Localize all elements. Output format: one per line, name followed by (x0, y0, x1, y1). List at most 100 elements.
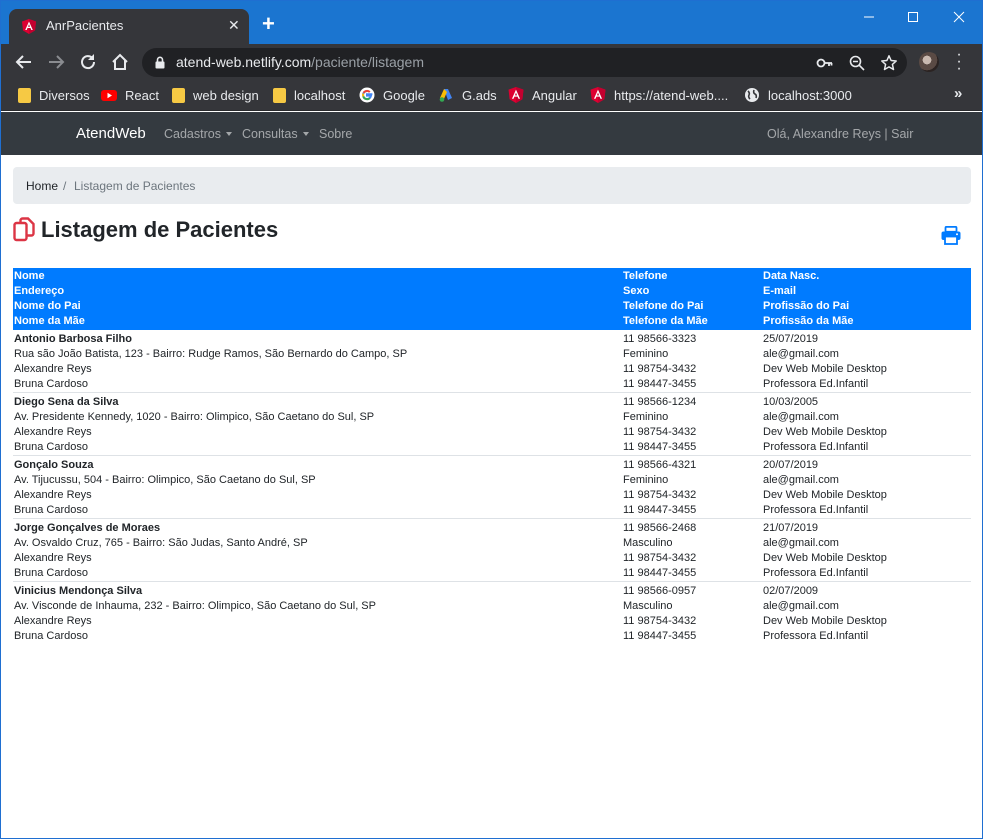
table-header: Nome Endereço Nome do Pai Nome da Mãe Te… (13, 268, 971, 330)
back-arrow-icon[interactable] (13, 51, 35, 73)
copy-icon (13, 217, 35, 242)
birth-date: 21/07/2019 (763, 522, 819, 534)
nav-consultas[interactable]: Consultas (242, 127, 309, 141)
reload-icon[interactable] (77, 51, 99, 73)
patient-email: ale@gmail.com (763, 600, 839, 612)
page-title: Listagem de Pacientes (41, 217, 279, 242)
bookmark-label: Google (383, 87, 425, 103)
father-profession: Dev Web Mobile Desktop (763, 363, 887, 375)
father-name: Alexandre Reys (14, 552, 92, 564)
bookmark-google[interactable]: Google (359, 86, 425, 104)
patient-email: ale@gmail.com (763, 474, 839, 486)
address-bar[interactable]: atend-web.netlify.com/paciente/listagem (142, 48, 907, 77)
birth-date: 25/07/2019 (763, 333, 819, 345)
home-icon[interactable] (109, 51, 131, 73)
star-icon[interactable] (880, 54, 898, 72)
header-cell: Telefone (623, 270, 668, 282)
cell-col1: Jorge Gonçalves de Moraes Av. Osvaldo Cr… (14, 521, 614, 581)
table-row[interactable]: Antonio Barbosa Filho Rua são João Batis… (13, 330, 971, 393)
bookmark-label: Diversos (39, 87, 90, 103)
url-text: atend-web.netlify.com/paciente/listagem (176, 54, 424, 70)
header-cell: Profissão do Pai (763, 300, 850, 312)
new-tab-icon[interactable]: + (262, 13, 275, 35)
mother-phone: 11 98447-3455 (623, 630, 697, 642)
bookmark-localhost-3000[interactable]: localhost:3000 (744, 86, 852, 104)
breadcrumb-home[interactable]: Home (26, 179, 58, 193)
patient-sex: Feminino (623, 348, 669, 360)
cell-col2: 11 98566-1234 Feminino 11 98754-3432 11 … (623, 395, 758, 455)
chevron-down-icon (225, 132, 232, 136)
nav-cadastros[interactable]: Cadastros (164, 127, 232, 141)
cell-col3: 21/07/2019 ale@gmail.com Dev Web Mobile … (763, 521, 968, 581)
more-menu-icon[interactable]: · · · (955, 47, 963, 77)
father-name: Alexandre Reys (14, 489, 92, 501)
bookmark-atend-web[interactable]: https://atend-web.... (590, 86, 728, 104)
folder-icon (273, 87, 286, 103)
bookmark-label: React (125, 87, 159, 103)
zoom-icon[interactable] (848, 54, 866, 72)
bookmark-localhost[interactable]: localhost (273, 86, 345, 104)
mother-phone: 11 98447-3455 (623, 378, 697, 390)
browser-tab[interactable]: AnrPacientes ✕ (9, 9, 249, 44)
bookmark-label: web design (193, 87, 259, 103)
mother-name: Bruna Cardoso (14, 378, 88, 390)
table-row[interactable]: Diego Sena da Silva Av. Presidente Kenne… (13, 393, 971, 456)
cell-col1: Vinicius Mendonça Silva Av. Visconde de … (14, 584, 614, 644)
forward-arrow-icon[interactable] (45, 51, 67, 73)
tab-close-icon[interactable]: ✕ (228, 16, 240, 34)
patient-sex: Feminino (623, 474, 669, 486)
table-row[interactable]: Jorge Gonçalves de Moraes Av. Osvaldo Cr… (13, 519, 971, 582)
lock-icon (155, 56, 165, 69)
father-name: Alexandre Reys (14, 615, 92, 627)
profile-avatar[interactable] (919, 52, 939, 72)
bookmark-angular[interactable]: Angular (508, 86, 577, 104)
nav-sobre[interactable]: Sobre (319, 127, 352, 141)
mother-name: Bruna Cardoso (14, 567, 88, 579)
print-icon[interactable] (941, 226, 961, 245)
cell-col3: 02/07/2009 ale@gmail.com Dev Web Mobile … (763, 584, 968, 644)
cell-col1: Gonçalo Souza Av. Tijucussu, 504 - Bairr… (14, 458, 614, 518)
url-host: atend-web.netlify.com (176, 54, 312, 70)
angular-icon (508, 87, 524, 103)
mother-profession: Professora Ed.Infantil (763, 630, 869, 642)
user-greeting[interactable]: Olá, Alexandre Reys | Sair (767, 127, 913, 141)
table-row[interactable]: Gonçalo Souza Av. Tijucussu, 504 - Bairr… (13, 456, 971, 519)
close-window-icon[interactable] (949, 7, 969, 27)
table-row[interactable]: Vinicius Mendonça Silva Av. Visconde de … (13, 582, 971, 645)
youtube-icon (101, 90, 117, 101)
mother-profession: Professora Ed.Infantil (763, 504, 869, 516)
bookmark-react[interactable]: React (101, 86, 159, 104)
header-cell: Sexo (623, 285, 650, 297)
patient-name: Diego Sena da Silva (14, 396, 119, 408)
patient-email: ale@gmail.com (763, 537, 839, 549)
breadcrumb-separator: / (63, 179, 67, 193)
birth-date: 10/03/2005 (763, 396, 819, 408)
mother-profession: Professora Ed.Infantil (763, 567, 869, 579)
bookmark-web-design[interactable]: web design (172, 86, 259, 104)
url-path: /paciente/listagem (311, 54, 424, 70)
app-brand[interactable]: AtendWeb (76, 125, 146, 142)
patient-sex: Masculino (623, 537, 673, 549)
bookmark-diversos[interactable]: Diversos (18, 86, 90, 104)
patient-phone: 11 98566-4321 (623, 459, 697, 471)
father-phone: 11 98754-3432 (623, 363, 697, 375)
father-phone: 11 98754-3432 (623, 426, 697, 438)
bookmark-label: localhost (294, 87, 346, 103)
maximize-icon[interactable] (903, 7, 923, 27)
browser-window: AnrPacientes ✕ + atend-web.netlify.com/p (0, 0, 983, 839)
patient-phone: 11 98566-3323 (623, 333, 697, 345)
father-phone: 11 98754-3432 (623, 615, 697, 627)
bookmarks-overflow-icon[interactable]: » (954, 85, 962, 102)
table-body: Antonio Barbosa Filho Rua são João Batis… (13, 330, 971, 645)
father-name: Alexandre Reys (14, 426, 92, 438)
father-phone: 11 98754-3432 (623, 489, 697, 501)
minimize-icon[interactable] (859, 7, 879, 27)
google-ads-icon (439, 89, 452, 102)
tab-title: AnrPacientes (46, 18, 124, 33)
patient-sex: Masculino (623, 600, 673, 612)
folder-icon (18, 87, 31, 103)
patient-sex: Feminino (623, 411, 669, 423)
cell-col2: 11 98566-2468 Masculino 11 98754-3432 11… (623, 521, 758, 581)
bookmark-gads[interactable]: G.ads (438, 86, 497, 104)
key-icon[interactable] (816, 54, 834, 72)
